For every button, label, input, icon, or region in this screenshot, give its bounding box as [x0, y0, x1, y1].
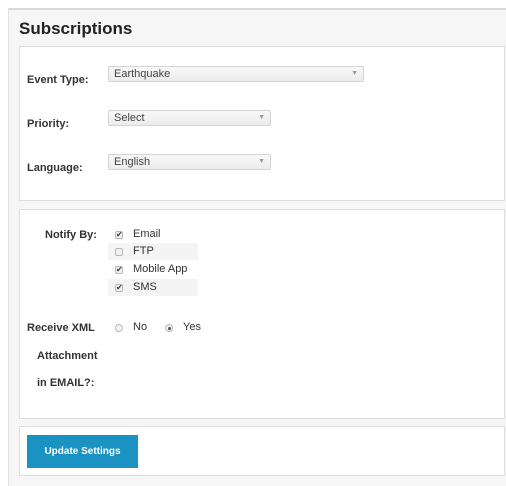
mobile-app-option-label: Mobile App [133, 263, 188, 275]
language-value: English [114, 156, 151, 168]
priority-label: Priority: [27, 118, 70, 130]
page-title: Subscriptions [19, 19, 133, 38]
language-select[interactable]: English ▼ [108, 154, 271, 170]
email-option-label: Email [133, 228, 161, 240]
priority-select[interactable]: Select ▼ [108, 110, 271, 126]
radio-selected-dot [167, 326, 171, 330]
notify-by-label: Notify By: [45, 229, 97, 241]
attachment-label: Attachment [37, 350, 98, 362]
sms-option-label: SMS [133, 281, 157, 293]
ftp-option-label: FTP [133, 245, 154, 257]
event-type-label: Event Type: [27, 74, 89, 86]
sms-checkbox[interactable]: ✔ [115, 284, 123, 292]
language-label: Language: [27, 162, 83, 174]
xml-no-label: No [133, 321, 148, 333]
xml-no-radio[interactable] [115, 324, 123, 332]
xml-yes-radio[interactable] [165, 324, 173, 332]
priority-value: Select [114, 112, 145, 124]
chevron-down-icon: ▼ [258, 158, 265, 165]
update-settings-button[interactable]: Update Settings [27, 435, 138, 468]
chevron-down-icon: ▼ [351, 70, 358, 77]
receive-xml-label: Receive XML [27, 322, 95, 334]
chevron-down-icon: ▼ [258, 114, 265, 121]
xml-yes-label: Yes [183, 321, 201, 333]
email-checkbox[interactable]: ✔ [115, 231, 123, 239]
ftp-checkbox[interactable] [115, 248, 123, 256]
event-type-select[interactable]: Earthquake ▼ [108, 66, 364, 82]
mobile-app-checkbox[interactable]: ✔ [115, 266, 123, 274]
event-type-value: Earthquake [114, 68, 171, 80]
in-email-label: in EMAIL?: [37, 377, 95, 389]
